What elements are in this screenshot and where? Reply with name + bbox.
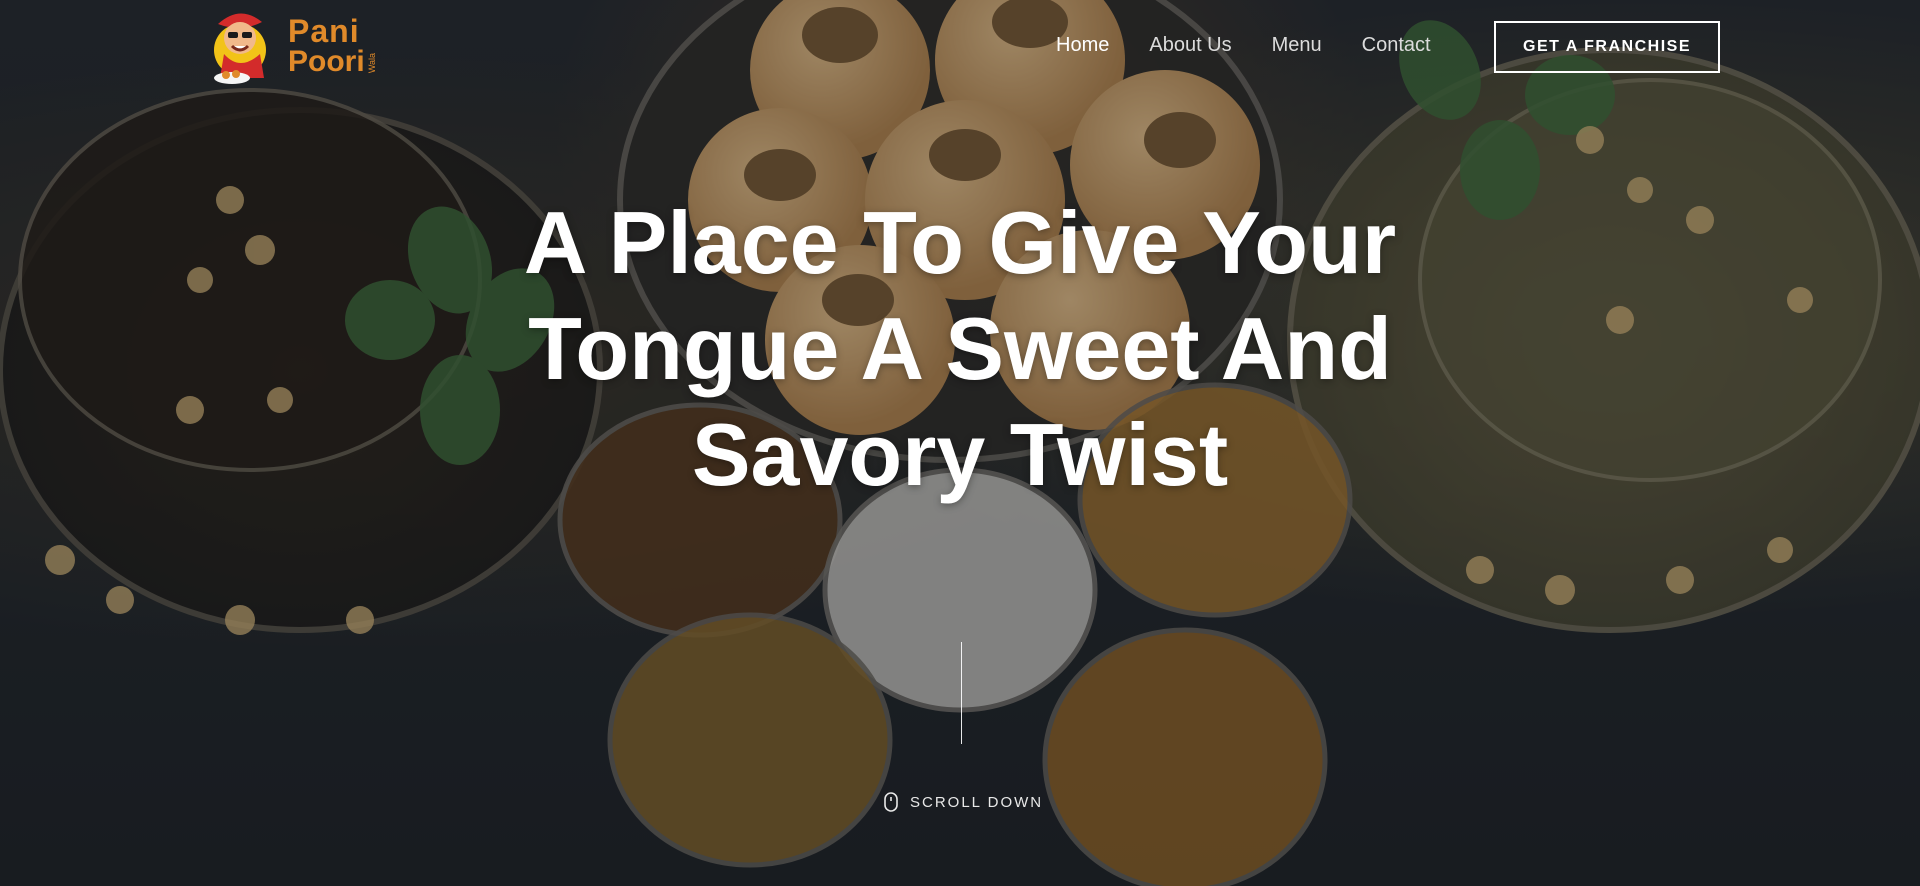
nav-home[interactable]: Home [1056, 34, 1109, 57]
brand-line1: Pani [288, 13, 360, 49]
get-franchise-button[interactable]: GET A FRANCHISE [1494, 21, 1720, 73]
brand-line2: Poori [288, 45, 365, 78]
nav-contact[interactable]: Contact [1362, 34, 1431, 57]
main-nav: Home About Us Menu Contact [1056, 34, 1431, 57]
headline-line-3: Savory Twist [691, 405, 1229, 504]
brand-tag: Wala [366, 52, 377, 73]
nav-about-us[interactable]: About Us [1149, 34, 1231, 57]
hero-headline: A Place To Give Your Tongue A Sweet And … [460, 190, 1460, 508]
mascot-icon [214, 13, 266, 84]
brand-logo[interactable]: Pani Poori Wala [210, 2, 377, 90]
nav-menu[interactable]: Menu [1272, 34, 1322, 57]
headline-line-2: Tongue A Sweet And [528, 299, 1392, 398]
scroll-down-label: SCROLL DOWN [910, 793, 1044, 811]
scroll-down-link[interactable]: SCROLL DOWN [884, 792, 1043, 812]
scroll-divider [961, 642, 962, 744]
headline-line-1: A Place To Give Your [523, 193, 1397, 292]
hero-section: Pani Poori Wala Home About Us Menu Conta… [0, 0, 1920, 886]
brand-wordmark: Pani Poori Wala [288, 15, 377, 77]
mouse-icon [884, 792, 898, 812]
